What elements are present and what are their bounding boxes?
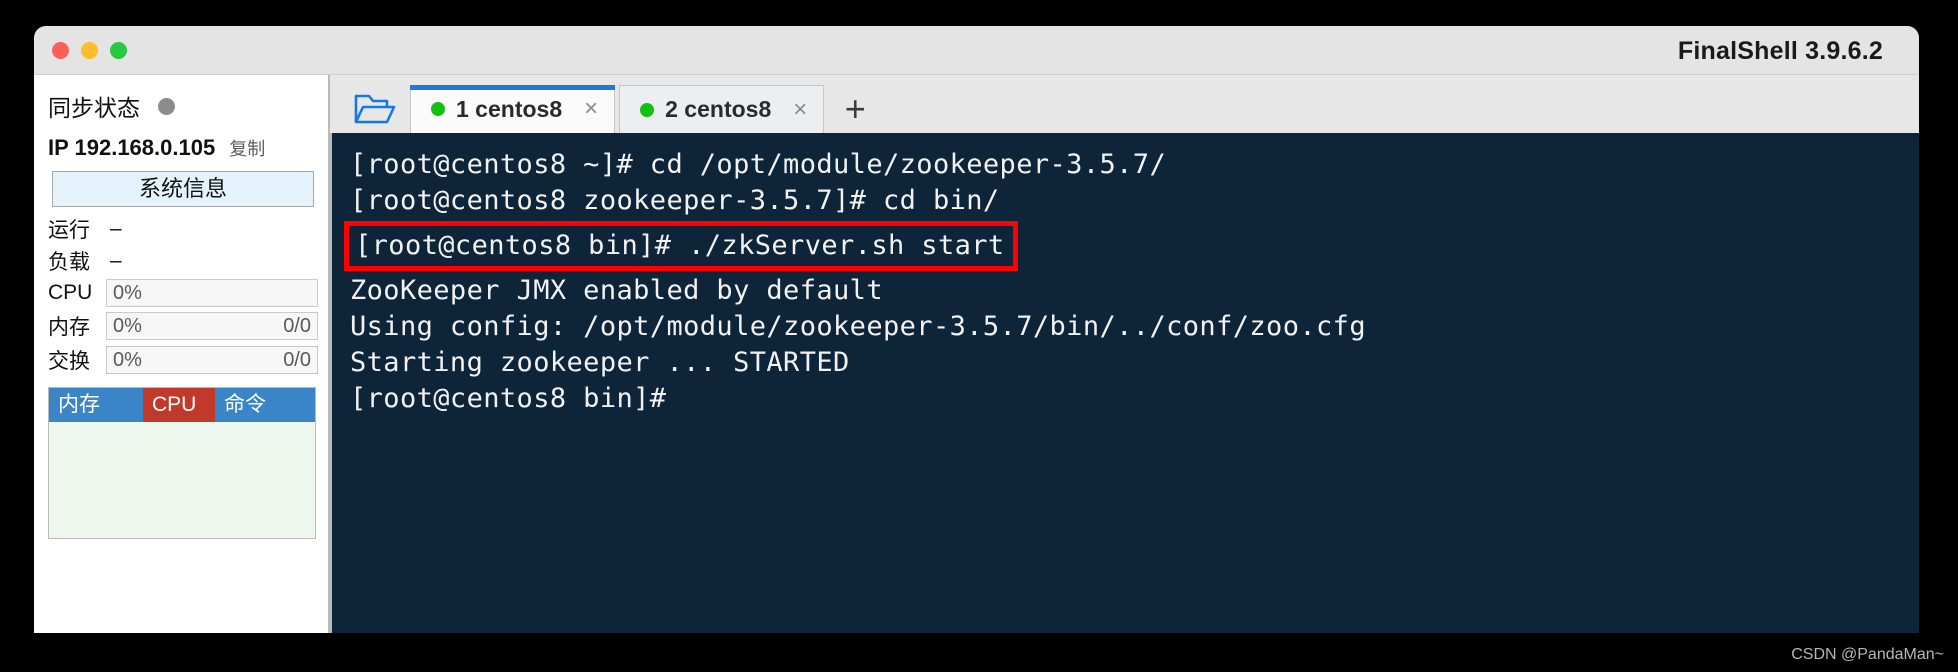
process-table: 内存 CPU 命令 <box>48 387 316 539</box>
load-row: 负载 – <box>34 245 328 277</box>
process-column-memory[interactable]: 内存 <box>49 388 143 422</box>
process-column-cpu[interactable]: CPU <box>143 388 215 422</box>
tab-2-centos8[interactable]: 2 centos8 × <box>619 85 825 133</box>
close-window-icon[interactable] <box>52 42 69 59</box>
sync-status-indicator-icon <box>158 97 175 115</box>
copy-ip-button[interactable]: 复制 <box>229 135 265 161</box>
sync-status-row: 同步状态 <box>34 75 328 133</box>
open-folder-button[interactable] <box>340 85 410 133</box>
maximize-window-icon[interactable] <box>110 42 127 59</box>
tab-close-icon[interactable]: × <box>584 97 598 121</box>
watermark: CSDN @PandaMan~ <box>1791 646 1944 663</box>
tab-status-dot-icon <box>431 102 445 116</box>
memory-meter: 0% 0/0 <box>106 312 318 340</box>
ip-address-label: IP 192.168.0.105 <box>48 135 216 160</box>
terminal-line: Starting zookeeper ... STARTED <box>350 347 850 378</box>
tab-label: 2 centos8 <box>665 96 772 122</box>
memory-meter-label: 内存 <box>48 316 90 339</box>
swap-meter-percent: 0% <box>113 348 142 371</box>
sync-status-label: 同步状态 <box>48 95 140 121</box>
terminal-line: ZooKeeper JMX enabled by default <box>350 275 883 306</box>
terminal-line: [root@centos8 zookeeper-3.5.7]# cd bin/ <box>350 185 1000 216</box>
cpu-meter-label: CPU <box>48 281 93 304</box>
memory-meter-percent: 0% <box>113 314 142 337</box>
terminal-output[interactable]: [root@centos8 ~]# cd /opt/module/zookeep… <box>330 133 1919 633</box>
cpu-meter: 0% <box>106 279 318 307</box>
load-value: – <box>110 249 122 272</box>
ip-row: IP 192.168.0.105 复制 <box>34 133 328 165</box>
tab-status-dot-icon <box>640 102 655 117</box>
terminal-line-highlighted: [root@centos8 bin]# ./zkServer.sh start <box>344 221 1018 271</box>
cpu-meter-row: CPU 0% <box>34 277 328 309</box>
app-title: FinalShell 3.9.6.2 <box>1677 37 1883 65</box>
tab-close-icon[interactable]: × <box>793 97 807 122</box>
memory-meter-fraction: 0/0 <box>283 314 311 337</box>
uptime-value: – <box>110 217 122 240</box>
window-titlebar: FinalShell 3.9.6.2 <box>34 26 1919 75</box>
cpu-meter-percent: 0% <box>113 281 142 304</box>
tab-bar: 1 centos8 × 2 centos8 × + <box>330 75 1919 133</box>
sidebar: 同步状态 IP 192.168.0.105 复制 系统信息 运行 – 负载 – <box>34 75 330 633</box>
tab-label: 1 centos8 <box>456 95 563 122</box>
tab-1-centos8[interactable]: 1 centos8 × <box>410 85 616 133</box>
load-label: 负载 <box>48 251 90 274</box>
swap-meter-label: 交换 <box>48 350 90 373</box>
uptime-label: 运行 <box>48 219 90 242</box>
minimize-window-icon[interactable] <box>81 42 98 59</box>
terminal-pane: 1 centos8 × 2 centos8 × + [root@centos8 … <box>330 75 1919 633</box>
traffic-light-group <box>52 42 127 59</box>
swap-meter: 0% 0/0 <box>106 346 318 374</box>
add-tab-button[interactable]: + <box>828 85 883 133</box>
window-body: 同步状态 IP 192.168.0.105 复制 系统信息 运行 – 负载 – <box>34 75 1919 633</box>
memory-meter-row: 内存 0% 0/0 <box>34 309 328 343</box>
terminal-line: Using config: /opt/module/zookeeper-3.5.… <box>350 311 1366 342</box>
uptime-row: 运行 – <box>34 213 328 245</box>
system-info-button[interactable]: 系统信息 <box>52 171 314 207</box>
process-table-body[interactable] <box>49 422 315 538</box>
terminal-line: [root@centos8 bin]# <box>350 383 667 414</box>
process-column-command[interactable]: 命令 <box>215 388 315 422</box>
finalshell-window: FinalShell 3.9.6.2 同步状态 IP 192.168.0.105… <box>34 26 1919 633</box>
terminal-line: [root@centos8 ~]# cd /opt/module/zookeep… <box>350 149 1167 180</box>
folder-open-icon <box>354 94 396 124</box>
swap-meter-fraction: 0/0 <box>283 348 311 371</box>
screen: FinalShell 3.9.6.2 同步状态 IP 192.168.0.105… <box>0 0 1958 672</box>
swap-meter-row: 交换 0% 0/0 <box>34 343 328 377</box>
process-table-header: 内存 CPU 命令 <box>49 388 315 422</box>
